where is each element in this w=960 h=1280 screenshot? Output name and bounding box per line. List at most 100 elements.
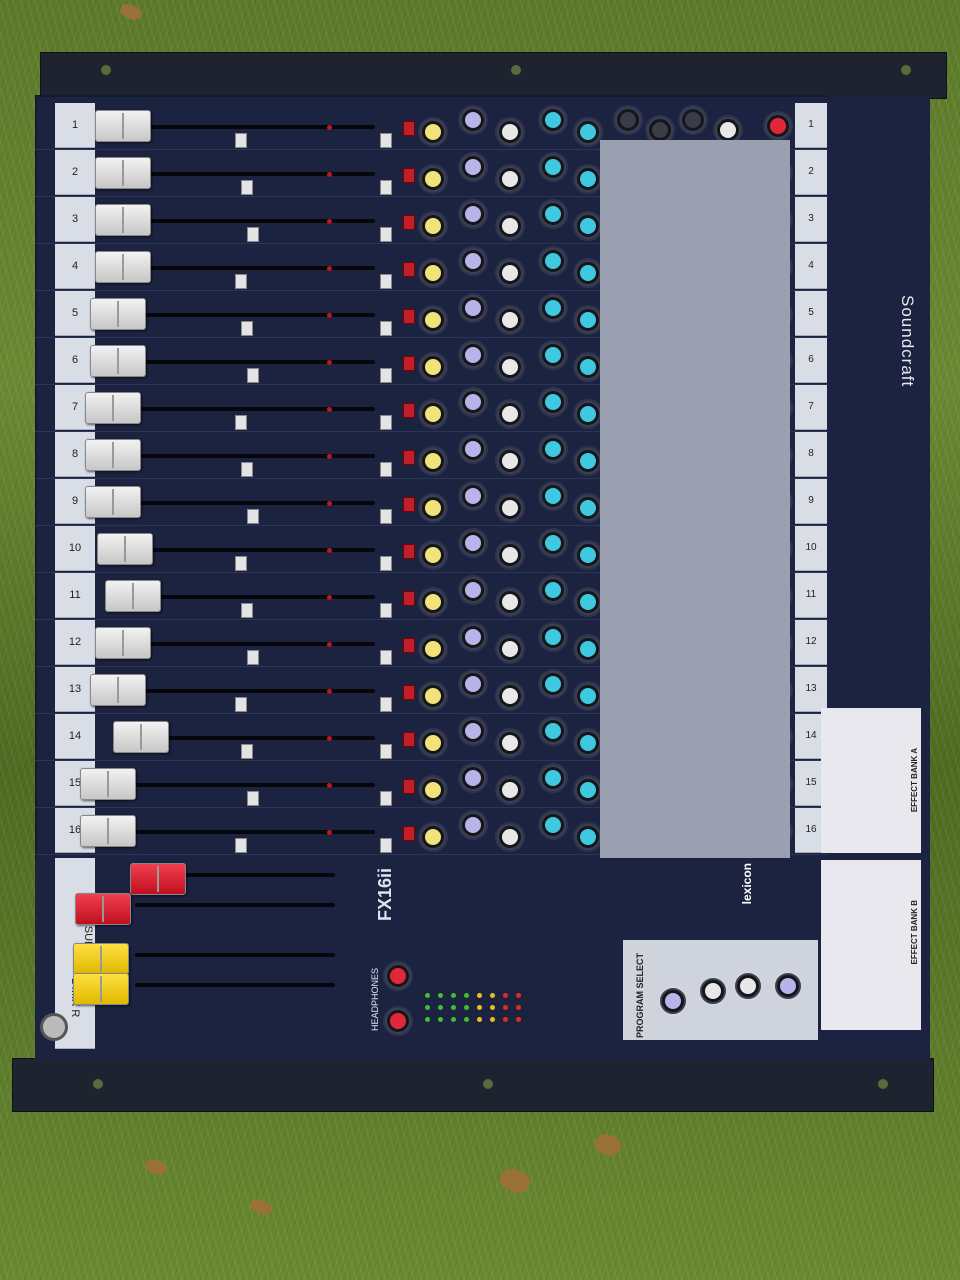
channel-knob[interactable] (497, 448, 523, 474)
channel-knob[interactable] (575, 166, 601, 192)
mix-button[interactable] (380, 133, 392, 148)
channel-knob[interactable] (575, 495, 601, 521)
channel-knob[interactable] (575, 401, 601, 427)
channel-knob[interactable] (420, 401, 446, 427)
channel-fader[interactable] (90, 345, 146, 377)
mute-button[interactable] (235, 133, 247, 148)
channel-knob[interactable] (575, 542, 601, 568)
mix-button[interactable] (380, 697, 392, 712)
channel-knob[interactable] (540, 248, 566, 274)
channel-fader[interactable] (95, 204, 151, 236)
solo-button[interactable] (403, 121, 415, 136)
channel-knob[interactable] (575, 589, 601, 615)
solo-button[interactable] (403, 356, 415, 371)
channel-knob[interactable] (497, 824, 523, 850)
channel-knob[interactable] (497, 307, 523, 333)
channel-knob[interactable] (460, 154, 486, 180)
channel-knob[interactable] (540, 154, 566, 180)
channel-knob[interactable] (540, 624, 566, 650)
solo-button[interactable] (403, 450, 415, 465)
mute-button[interactable] (247, 509, 259, 524)
mix-button[interactable] (380, 368, 392, 383)
channel-knob[interactable] (497, 401, 523, 427)
channel-knob[interactable] (540, 295, 566, 321)
channel-knob[interactable] (540, 107, 566, 133)
channel-knob[interactable] (460, 483, 486, 509)
channel-knob[interactable] (575, 213, 601, 239)
channel-knob[interactable] (460, 389, 486, 415)
channel-knob[interactable] (460, 295, 486, 321)
channel-fader[interactable] (85, 392, 141, 424)
mix-button[interactable] (380, 180, 392, 195)
channel-knob[interactable] (460, 107, 486, 133)
mute-button[interactable] (241, 321, 253, 336)
channel-knob[interactable] (575, 448, 601, 474)
mute-button[interactable] (241, 744, 253, 759)
program-select-knob[interactable] (660, 988, 686, 1014)
mix-r-fader[interactable] (73, 973, 129, 1005)
channel-knob[interactable] (420, 213, 446, 239)
fx-adjust-2-knob[interactable] (735, 973, 761, 999)
sub-l-fader[interactable] (130, 863, 186, 895)
mute-button[interactable] (235, 838, 247, 853)
channel-knob[interactable] (420, 730, 446, 756)
channel-knob[interactable] (497, 636, 523, 662)
mix-button[interactable] (380, 227, 392, 242)
mute-button[interactable] (241, 603, 253, 618)
channel-fader[interactable] (80, 768, 136, 800)
channel-knob[interactable] (497, 354, 523, 380)
mute-button[interactable] (241, 462, 253, 477)
channel-knob[interactable] (420, 589, 446, 615)
mix-button[interactable] (380, 791, 392, 806)
channel-knob[interactable] (575, 307, 601, 333)
channel-knob[interactable] (420, 119, 446, 145)
mute-button[interactable] (235, 274, 247, 289)
mix-button[interactable] (380, 415, 392, 430)
channel-fader[interactable] (80, 815, 136, 847)
channel-knob[interactable] (575, 636, 601, 662)
channel-knob[interactable] (497, 495, 523, 521)
channel-fader[interactable] (95, 251, 151, 283)
channel-knob[interactable] (420, 495, 446, 521)
channel-knob[interactable] (575, 777, 601, 803)
solo-button[interactable] (403, 779, 415, 794)
fx-adjust-1-knob[interactable] (700, 978, 726, 1004)
mute-button[interactable] (235, 697, 247, 712)
channel-knob[interactable] (497, 166, 523, 192)
channel-knob[interactable] (420, 260, 446, 286)
channel-knob[interactable] (575, 354, 601, 380)
mix-button[interactable] (380, 603, 392, 618)
channel-knob[interactable] (575, 260, 601, 286)
channel-knob[interactable] (420, 542, 446, 568)
headphone-jack[interactable] (40, 1013, 68, 1041)
channel-fader[interactable] (97, 533, 153, 565)
solo-button[interactable] (403, 591, 415, 606)
channel-knob[interactable] (540, 483, 566, 509)
solo-button[interactable] (403, 168, 415, 183)
eq-knob[interactable] (680, 107, 706, 133)
channel-knob[interactable] (540, 389, 566, 415)
channel-knob[interactable] (460, 201, 486, 227)
channel-knob[interactable] (460, 624, 486, 650)
channel-knob[interactable] (540, 530, 566, 556)
solo-button[interactable] (403, 732, 415, 747)
channel-knob[interactable] (497, 119, 523, 145)
solo-button[interactable] (403, 497, 415, 512)
mix-button[interactable] (380, 744, 392, 759)
channel-fader[interactable] (90, 674, 146, 706)
channel-knob[interactable] (497, 213, 523, 239)
channel-knob[interactable] (497, 777, 523, 803)
channel-knob[interactable] (540, 342, 566, 368)
solo-button[interactable] (403, 685, 415, 700)
channel-knob[interactable] (497, 542, 523, 568)
channel-fader[interactable] (85, 439, 141, 471)
channel-knob[interactable] (460, 812, 486, 838)
channel-knob[interactable] (575, 824, 601, 850)
channel-fader[interactable] (113, 721, 169, 753)
mix-button[interactable] (380, 321, 392, 336)
channel-knob[interactable] (497, 589, 523, 615)
fx-adjust-3-knob[interactable] (775, 973, 801, 999)
solo-button[interactable] (403, 215, 415, 230)
channel-knob[interactable] (540, 577, 566, 603)
channel-knob[interactable] (460, 436, 486, 462)
